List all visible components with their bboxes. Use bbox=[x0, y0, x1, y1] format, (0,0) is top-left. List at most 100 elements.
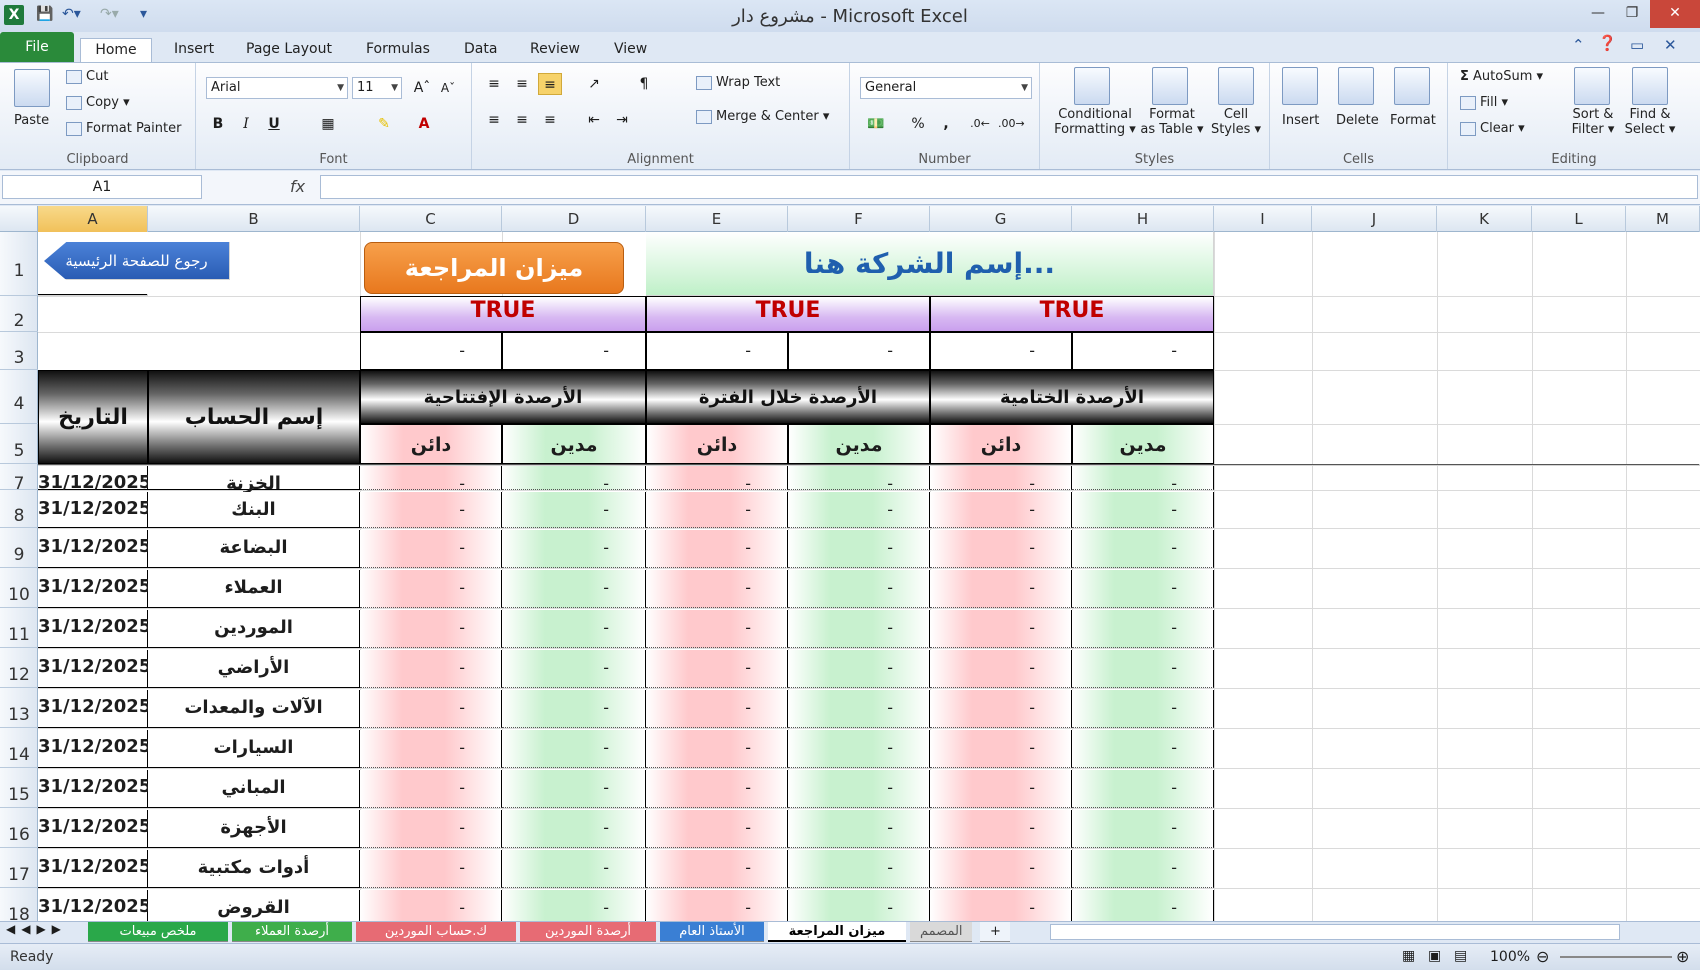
column-header-d[interactable]: D bbox=[502, 206, 646, 232]
comma-button[interactable]: , bbox=[934, 113, 958, 135]
font-name-select[interactable]: Arial ▼ bbox=[206, 77, 348, 99]
row-header-5[interactable]: 5 bbox=[0, 424, 38, 464]
balance-cell[interactable]: - bbox=[1072, 610, 1214, 648]
balance-cell[interactable]: - bbox=[1072, 890, 1214, 921]
balance-cell[interactable]: - bbox=[788, 810, 930, 848]
entry-account[interactable]: الأجهزة bbox=[148, 810, 360, 848]
clear-button[interactable]: Clear ▾ bbox=[1460, 121, 1525, 136]
fill-color-icon[interactable]: ✎ bbox=[372, 113, 396, 135]
balance-cell[interactable]: - bbox=[646, 610, 788, 648]
balance-cell[interactable]: - bbox=[788, 610, 930, 648]
insert-cells-button[interactable]: Insert bbox=[1282, 113, 1319, 128]
entry-date[interactable]: 31/12/2025 bbox=[38, 570, 151, 608]
formula-input[interactable] bbox=[320, 175, 1698, 199]
column-header-e[interactable]: E bbox=[646, 206, 788, 232]
percent-button[interactable]: % bbox=[906, 113, 930, 135]
column-header-i[interactable]: I bbox=[1214, 206, 1312, 232]
increase-indent-icon[interactable]: ⇥ bbox=[610, 109, 634, 131]
autosum-button[interactable]: Σ AutoSum ▾ bbox=[1460, 69, 1543, 84]
back-to-home-button[interactable]: رجوع للصفحة الرئيسية bbox=[44, 242, 230, 280]
orientation-icon[interactable]: ↗ bbox=[582, 73, 606, 95]
fill-button[interactable]: Fill ▾ bbox=[1460, 95, 1508, 110]
italic-button[interactable]: I bbox=[234, 113, 258, 135]
balance-cell[interactable]: - bbox=[930, 492, 1072, 528]
balance-cell[interactable]: - bbox=[360, 770, 502, 808]
tab-page-layout[interactable]: Page Layout bbox=[232, 38, 346, 62]
balance-cell[interactable]: - bbox=[360, 730, 502, 768]
sheet-nav-arrows-icon[interactable]: ◀◀▶▶ bbox=[6, 922, 67, 936]
conditional-formatting-icon[interactable] bbox=[1074, 67, 1110, 105]
balance-cell[interactable]: - bbox=[646, 810, 788, 848]
format-cells-button[interactable]: Format bbox=[1390, 113, 1436, 128]
balance-cell[interactable]: - bbox=[788, 690, 930, 728]
balance-cell[interactable]: - bbox=[646, 466, 788, 493]
sheet-tab[interactable]: ك.حساب الموردين bbox=[356, 922, 516, 942]
balance-cell[interactable]: - bbox=[646, 650, 788, 688]
entry-date[interactable]: 31/12/2025 bbox=[38, 730, 151, 768]
balance-cell[interactable]: - bbox=[1072, 570, 1214, 608]
balance-cell[interactable]: - bbox=[502, 770, 646, 808]
balance-cell[interactable]: - bbox=[360, 492, 502, 528]
entry-account[interactable]: الموردين bbox=[148, 610, 360, 648]
insert-sheet-icon[interactable]: + bbox=[980, 922, 1010, 942]
maximize-button[interactable]: ❐ bbox=[1614, 0, 1650, 28]
balance-cell[interactable]: - bbox=[646, 890, 788, 921]
tab-insert[interactable]: Insert bbox=[160, 38, 228, 62]
format-painter-button[interactable]: Format Painter bbox=[66, 121, 181, 136]
balance-cell[interactable]: - bbox=[930, 730, 1072, 768]
entry-date[interactable]: 31/12/2025 bbox=[38, 650, 151, 688]
entry-date[interactable]: 31/12/2025 bbox=[38, 810, 151, 848]
sort-filter-icon[interactable] bbox=[1574, 67, 1610, 105]
balance-cell[interactable]: - bbox=[1072, 810, 1214, 848]
format-cells-icon[interactable] bbox=[1394, 67, 1430, 105]
selected-cell-a1-border[interactable] bbox=[38, 294, 148, 296]
balance-cell[interactable]: - bbox=[502, 810, 646, 848]
balance-cell[interactable]: - bbox=[502, 850, 646, 888]
horizontal-scrollbar[interactable] bbox=[1050, 924, 1620, 940]
title-button-trial-balance[interactable]: ميزان المراجعة bbox=[364, 242, 624, 294]
page-break-view-icon[interactable]: ▤ bbox=[1454, 948, 1467, 964]
tab-home[interactable]: Home bbox=[80, 38, 152, 62]
rtl-icon[interactable]: ¶ bbox=[632, 73, 656, 95]
align-left-icon[interactable]: ≡ bbox=[482, 109, 506, 131]
row-header-12[interactable]: 12 bbox=[0, 648, 38, 688]
balance-cell[interactable]: - bbox=[502, 570, 646, 608]
increase-decimal-icon[interactable]: .0← bbox=[968, 113, 992, 135]
restore-window-icon[interactable]: ▭ bbox=[1630, 36, 1644, 54]
align-right-icon[interactable]: ≡ bbox=[538, 109, 562, 131]
sheet-tab[interactable]: الأستاذ العام bbox=[660, 922, 764, 942]
sort-filter-button[interactable]: Sort & Filter ▾ bbox=[1566, 107, 1620, 137]
balance-cell[interactable]: - bbox=[646, 770, 788, 808]
row-header-16[interactable]: 16 bbox=[0, 808, 38, 848]
balance-cell[interactable]: - bbox=[1072, 690, 1214, 728]
row-header-1[interactable]: 1 bbox=[0, 232, 38, 296]
paste-button[interactable]: Paste bbox=[14, 113, 49, 128]
balance-cell[interactable]: - bbox=[360, 530, 502, 568]
paste-icon[interactable] bbox=[14, 69, 50, 107]
row-header-15[interactable]: 15 bbox=[0, 768, 38, 808]
balance-cell[interactable]: - bbox=[360, 466, 502, 493]
balance-cell[interactable]: - bbox=[788, 570, 930, 608]
balance-cell[interactable]: - bbox=[788, 466, 930, 493]
merge-center-button[interactable]: Merge & Center ▾ bbox=[696, 109, 829, 124]
balance-cell[interactable]: - bbox=[930, 890, 1072, 921]
balance-cell[interactable]: - bbox=[788, 650, 930, 688]
close-workbook-icon[interactable]: ✕ bbox=[1664, 36, 1677, 54]
entry-date[interactable]: 31/12/2025 bbox=[38, 770, 151, 808]
entry-account[interactable]: القروض bbox=[148, 890, 360, 921]
format-as-table-button[interactable]: Format as Table ▾ bbox=[1140, 107, 1204, 137]
delete-cells-button[interactable]: Delete bbox=[1336, 113, 1379, 128]
balance-cell[interactable]: - bbox=[930, 690, 1072, 728]
accounting-format-icon[interactable]: 💵 bbox=[864, 113, 888, 135]
border-icon[interactable]: ▦ bbox=[316, 113, 340, 135]
column-header-h[interactable]: H bbox=[1072, 206, 1214, 232]
balance-cell[interactable]: - bbox=[360, 890, 502, 921]
normal-view-icon[interactable]: ▦ bbox=[1402, 948, 1415, 964]
balance-cell[interactable]: - bbox=[1072, 466, 1214, 493]
align-bottom-icon[interactable]: ≡ bbox=[538, 73, 562, 95]
balance-cell[interactable]: - bbox=[1072, 492, 1214, 528]
row-header-10[interactable]: 10 bbox=[0, 568, 38, 608]
row-header-11[interactable]: 11 bbox=[0, 608, 38, 648]
font-color-icon[interactable]: A bbox=[412, 113, 436, 135]
zoom-in-icon[interactable]: ⊕ bbox=[1676, 947, 1689, 966]
